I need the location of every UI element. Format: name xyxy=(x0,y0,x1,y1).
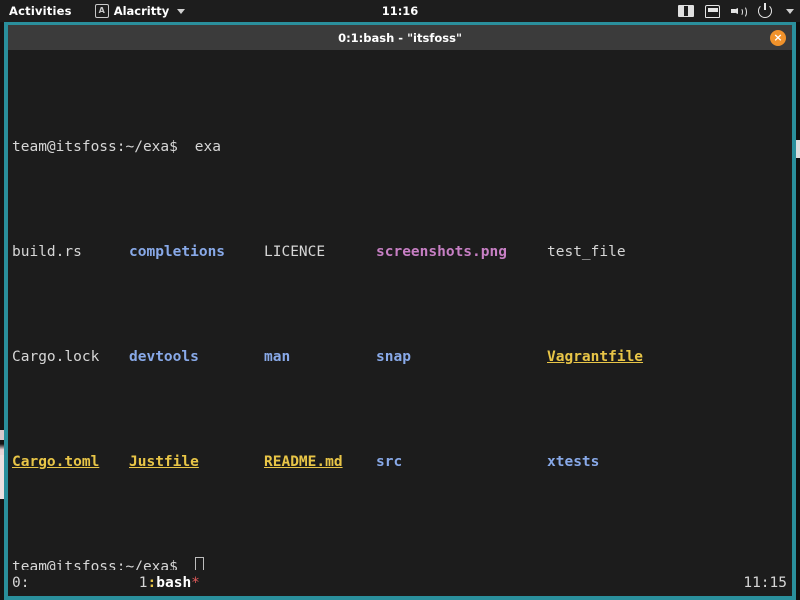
file-entry[interactable]: xtests xyxy=(547,452,599,473)
file-entry[interactable]: Cargo.lock xyxy=(12,347,99,368)
terminal-output: team@itsfoss:~/exa$ exa build.rs complet… xyxy=(8,50,792,575)
file-entry[interactable]: completions xyxy=(129,242,225,263)
tmux-window-index: 1 xyxy=(138,575,148,591)
file-entry[interactable]: Vagrantfile xyxy=(547,347,643,368)
shell-prompt: team@itsfoss:~/exa$ xyxy=(12,139,178,155)
tmux-session-label[interactable]: 0: xyxy=(8,570,29,596)
file-entry[interactable]: screenshots.png xyxy=(376,242,507,263)
chevron-down-icon xyxy=(177,8,186,14)
file-entry[interactable]: test_file xyxy=(547,242,626,263)
alacritty-window: 0:1:bash - "itsfoss" × team@itsfoss:~/ex… xyxy=(4,22,796,600)
desktop-screen: Activities A Alacritty 11:16 0:1:bash - … xyxy=(0,0,800,600)
alacritty-app-icon: A xyxy=(94,4,109,18)
file-entry[interactable]: LICENCE xyxy=(264,242,325,263)
system-tray xyxy=(678,3,794,18)
file-entry[interactable]: Justfile xyxy=(129,452,199,473)
terminal-surface[interactable]: team@itsfoss:~/exa$ exa build.rs complet… xyxy=(8,50,792,596)
activities-button[interactable]: Activities xyxy=(0,0,82,22)
window-titlebar[interactable]: 0:1:bash - "itsfoss" × xyxy=(8,25,792,50)
close-icon[interactable]: × xyxy=(770,29,786,46)
app-menu-button[interactable]: A Alacritty xyxy=(94,4,186,18)
window-title: 0:1:bash - "itsfoss" xyxy=(338,30,462,45)
file-entry[interactable]: src xyxy=(376,452,402,473)
file-entry[interactable]: README.md xyxy=(264,452,343,473)
file-entry[interactable]: Cargo.toml xyxy=(12,452,99,473)
terminal-line: team@itsfoss:~/exa$ exa xyxy=(12,137,792,158)
power-icon[interactable] xyxy=(758,3,772,18)
app-menu-label: Alacritty xyxy=(113,4,170,18)
shell-command: exa xyxy=(186,139,221,155)
tmux-window-item[interactable]: 1:bash* xyxy=(29,544,200,596)
tmux-window-name: bash xyxy=(156,575,192,591)
terminal-line: Cargo.lock devtools man snap Vagrantfile xyxy=(12,347,792,368)
tmux-window-flag: * xyxy=(191,575,200,591)
tmux-window-separator: : xyxy=(147,575,157,591)
speaker-icon[interactable] xyxy=(731,5,747,18)
system-menu-chevron-down-icon[interactable] xyxy=(786,8,794,14)
file-entry[interactable]: devtools xyxy=(129,347,199,368)
gnome-top-bar: Activities A Alacritty 11:16 xyxy=(0,0,800,22)
tmux-status-bar: 0: 1:bash* 11:15 xyxy=(8,570,792,596)
file-entry[interactable]: build.rs xyxy=(12,242,82,263)
terminal-line: Cargo.toml Justfile README.md src xtests xyxy=(12,452,792,473)
file-entry[interactable]: man xyxy=(264,347,290,368)
network-icon[interactable] xyxy=(705,4,720,18)
terminal-line: build.rs completions LICENCE screenshots… xyxy=(12,242,792,263)
file-entry[interactable]: snap xyxy=(376,347,411,368)
panel-layout-icon[interactable] xyxy=(678,5,694,17)
tmux-clock: 11:15 xyxy=(743,575,787,591)
